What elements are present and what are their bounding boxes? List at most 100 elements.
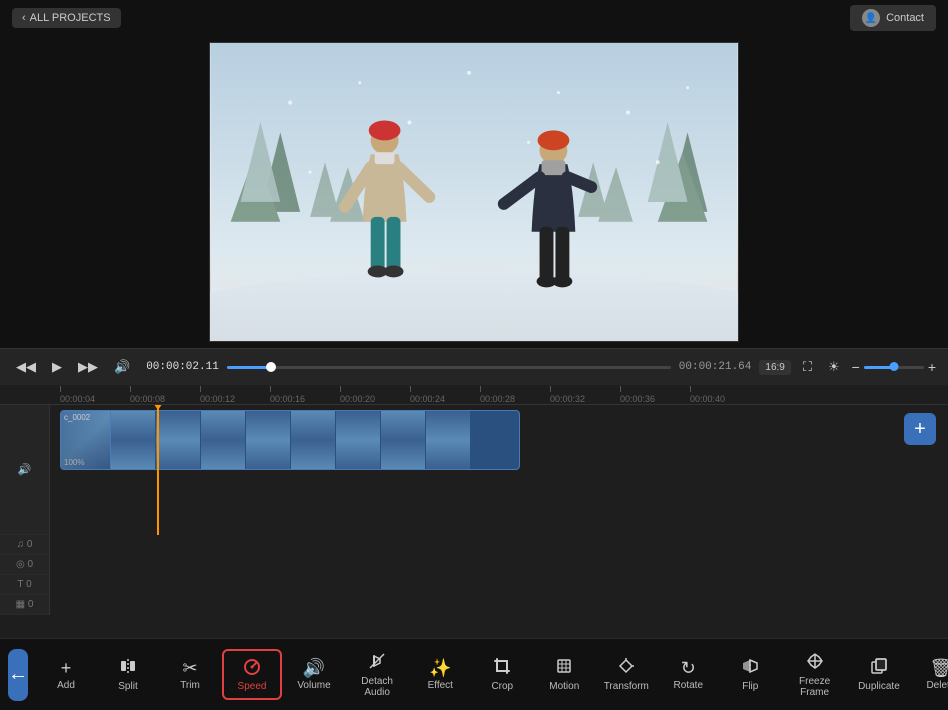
contact-avatar: 👤 xyxy=(862,9,880,27)
extra-track-area xyxy=(50,535,948,615)
flip-label: Flip xyxy=(742,681,758,692)
trim-icon: ✂ xyxy=(182,659,197,677)
preview-area xyxy=(0,36,948,348)
tool-detach-audio-button[interactable]: Detach Audio xyxy=(346,646,408,704)
detach-audio-icon xyxy=(368,652,386,673)
thumb-1 xyxy=(111,411,156,469)
track-label-video[interactable]: 🔊 xyxy=(0,405,49,535)
tool-duplicate-button[interactable]: Duplicate xyxy=(849,651,909,698)
freeze-frame-label: Freeze Frame xyxy=(792,676,837,698)
text-track-label[interactable]: T 0 xyxy=(0,575,49,595)
thumb-7 xyxy=(381,411,426,469)
progress-fill xyxy=(227,366,271,369)
split-label: Split xyxy=(118,681,137,692)
ruler-mark-1: 00:00:04 xyxy=(60,386,130,404)
ruler-mark-6: 00:00:24 xyxy=(410,386,480,404)
thumb-6 xyxy=(336,411,381,469)
zoom-in-button[interactable]: + xyxy=(928,359,936,375)
header: ‹ ALL PROJECTS 👤 Contact xyxy=(0,0,948,36)
speed-icon xyxy=(242,657,262,678)
back-label: ALL PROJECTS xyxy=(30,12,111,24)
ruler-mark-5: 00:00:20 xyxy=(340,386,410,404)
volume-icon: 🔊 xyxy=(303,659,325,677)
contact-label: Contact xyxy=(886,12,924,24)
effect-icon: ✨ xyxy=(429,659,451,677)
volume-button[interactable]: 🔊 xyxy=(110,357,134,377)
track-thumbnails-row xyxy=(111,411,519,469)
crop-icon xyxy=(493,657,511,678)
duplicate-icon xyxy=(870,657,888,678)
video-clip[interactable]: c_0002 100% xyxy=(60,410,520,470)
contact-button[interactable]: 👤 Contact xyxy=(850,5,936,31)
skip-to-end-button[interactable]: ▶▶ xyxy=(74,357,102,377)
zoom-thumb xyxy=(889,362,898,371)
thumb-3 xyxy=(201,411,246,469)
ratio-badge: 16:9 xyxy=(759,360,790,375)
trim-label: Trim xyxy=(180,680,200,691)
tool-split-button[interactable]: Split xyxy=(98,651,158,698)
playhead[interactable] xyxy=(157,405,159,535)
speed-label: Speed xyxy=(238,681,267,692)
video-frame xyxy=(209,42,739,342)
split-icon xyxy=(119,657,137,678)
brightness-button[interactable]: ☀ xyxy=(824,357,844,377)
tool-add-button[interactable]: + Add xyxy=(36,653,96,697)
timeline-progress-bar[interactable] xyxy=(227,366,671,369)
add-track-button[interactable]: + xyxy=(904,413,936,445)
skip-to-start-button[interactable]: ◀◀ xyxy=(12,357,40,377)
text-icon: T 0 xyxy=(17,579,31,590)
music-track-label[interactable]: ♫ 0 xyxy=(0,535,49,555)
crop-label: Crop xyxy=(491,681,513,692)
tool-flip-button[interactable]: Flip xyxy=(720,651,780,698)
zoom-out-button[interactable]: − xyxy=(852,359,860,375)
speaker-icon: 🔊 xyxy=(18,463,32,476)
timeline-tracks: 🔊 c_0002 100% xyxy=(0,405,948,535)
tool-transform-button[interactable]: Transform xyxy=(596,651,656,698)
tool-delete-button[interactable]: 🗑 Delete xyxy=(911,653,948,697)
sticker-track-label[interactable]: ◎ 0 xyxy=(0,555,49,575)
thumb-4 xyxy=(246,411,291,469)
progress-thumb xyxy=(266,362,276,372)
transform-label: Transform xyxy=(604,681,649,692)
sticker-icon: ◎ 0 xyxy=(16,559,33,570)
transform-icon xyxy=(617,657,635,678)
flip-icon xyxy=(741,657,759,678)
preview-container xyxy=(0,36,948,348)
tool-trim-button[interactable]: ✂ Trim xyxy=(160,653,220,697)
play-button[interactable]: ▶ xyxy=(48,357,66,377)
clip-percent: 100% xyxy=(64,458,84,467)
motion-icon xyxy=(555,657,573,678)
ruler-mark-3: 00:00:12 xyxy=(200,386,270,404)
rotate-label: Rotate xyxy=(674,680,703,691)
thumb-8 xyxy=(426,411,471,469)
track-area: c_0002 100% + xyxy=(50,405,948,535)
back-to-projects-button[interactable]: ‹ ALL PROJECTS xyxy=(12,8,121,28)
fullscreen-button[interactable]: ⛶ xyxy=(799,357,816,377)
detach-audio-label: Detach Audio xyxy=(356,676,398,698)
clip-label: c_0002 xyxy=(64,413,90,422)
zoom-bar[interactable] xyxy=(864,366,924,369)
timeline-ruler: 00:00:04 00:00:08 00:00:12 00:00:16 00:0… xyxy=(0,385,948,405)
effect-label: Effect xyxy=(428,680,453,691)
ruler-mark-10: 00:00:40 xyxy=(690,386,760,404)
toolbar-tools: + Add Split ✂ Trim xyxy=(36,646,948,704)
volume-label: Volume xyxy=(297,680,330,691)
overlay-track-label[interactable]: ▦ 0 xyxy=(0,595,49,615)
add-icon: + xyxy=(61,659,72,677)
overlay-icon: ▦ 0 xyxy=(16,599,34,610)
tool-motion-button[interactable]: Motion xyxy=(534,651,594,698)
track-labels: 🔊 xyxy=(0,405,50,535)
current-time: 00:00:02.11 xyxy=(146,361,219,373)
tool-crop-button[interactable]: Crop xyxy=(472,651,532,698)
tool-speed-button[interactable]: Speed xyxy=(222,649,282,700)
ruler-marks: 00:00:04 00:00:08 00:00:12 00:00:16 00:0… xyxy=(50,385,948,404)
tool-effect-button[interactable]: ✨ Effect xyxy=(410,653,470,697)
back-nav-button[interactable]: ← xyxy=(8,649,28,701)
tool-rotate-button[interactable]: ↻ Rotate xyxy=(658,653,718,697)
tool-volume-button[interactable]: 🔊 Volume xyxy=(284,653,344,697)
ruler-mark-8: 00:00:32 xyxy=(550,386,620,404)
ruler-mark-9: 00:00:36 xyxy=(620,386,690,404)
track-thumbnail-first: c_0002 100% xyxy=(61,411,111,469)
ruler-mark-2: 00:00:08 xyxy=(130,386,200,404)
tool-freeze-frame-button[interactable]: Freeze Frame xyxy=(782,646,847,704)
